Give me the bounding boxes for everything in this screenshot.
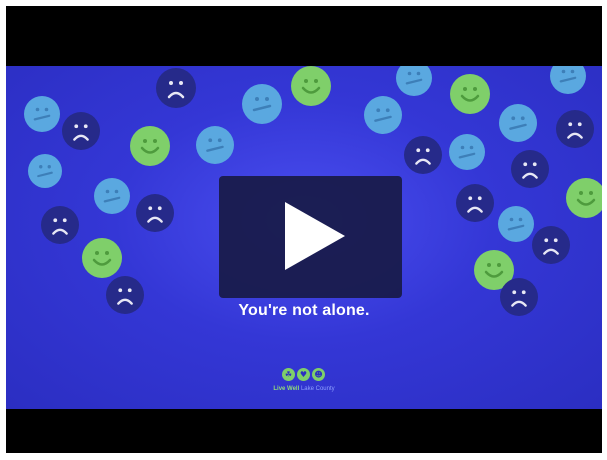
- neutral-face-icon: [94, 178, 130, 214]
- brand-name-part2: Lake County: [300, 386, 335, 392]
- leaf-icon: ☘: [282, 368, 295, 381]
- neutral-face-icon: [242, 84, 282, 124]
- play-button[interactable]: [219, 176, 402, 298]
- sad-face-icon: [556, 110, 594, 148]
- video-frame[interactable]: You're not alone. ☘ ♥ ☻ Live Well Lake C…: [6, 66, 602, 409]
- happy-face-icon: [450, 74, 490, 114]
- brand-name-part1: Live Well: [273, 386, 300, 392]
- happy-face-icon: [82, 238, 122, 278]
- neutral-face-icon: [364, 96, 402, 134]
- sad-face-icon: [41, 206, 79, 244]
- neutral-face-icon: [28, 154, 62, 188]
- happy-face-icon: [291, 66, 331, 106]
- person-icon: ☻: [312, 368, 325, 381]
- neutral-face-icon: [499, 104, 537, 142]
- sad-face-icon: [404, 136, 442, 174]
- sad-face-icon: [456, 184, 494, 222]
- brand-logo: ☘ ♥ ☻: [282, 368, 326, 382]
- sad-face-icon: [532, 226, 570, 264]
- video-player[interactable]: You're not alone. ☘ ♥ ☻ Live Well Lake C…: [6, 6, 602, 453]
- heart-icon: ♥: [297, 368, 310, 381]
- sad-face-icon: [136, 194, 174, 232]
- video-tagline: You're not alone.: [238, 302, 370, 319]
- sad-face-icon: [62, 112, 100, 150]
- brand-name: Live Well Lake County: [6, 386, 602, 392]
- sad-face-icon: [511, 150, 549, 188]
- neutral-face-icon: [550, 66, 586, 94]
- happy-face-icon: [566, 178, 602, 218]
- sad-face-icon: [156, 68, 196, 108]
- play-icon: [285, 202, 345, 270]
- neutral-face-icon: [24, 96, 60, 132]
- neutral-face-icon: [498, 206, 534, 242]
- happy-face-icon: [130, 126, 170, 166]
- neutral-face-icon: [449, 134, 485, 170]
- neutral-face-icon: [196, 126, 234, 164]
- neutral-face-icon: [396, 66, 432, 96]
